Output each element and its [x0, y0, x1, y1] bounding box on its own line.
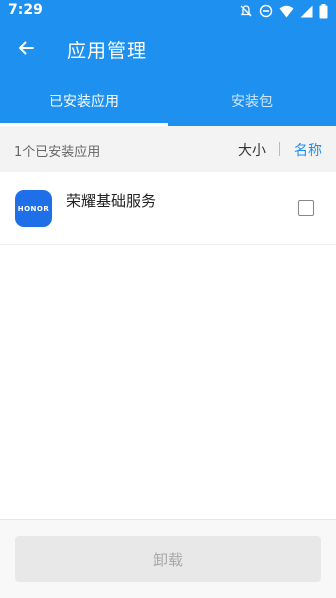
- uninstall-button[interactable]: 卸载: [15, 536, 321, 582]
- do-not-disturb-icon: [259, 4, 273, 18]
- sort-by-size-button[interactable]: 大小: [238, 140, 266, 160]
- back-button[interactable]: [10, 34, 42, 66]
- tab-installed-apps[interactable]: 已安装应用: [0, 76, 168, 126]
- page-title: 应用管理: [67, 40, 148, 62]
- bottom-bar: 卸载: [0, 519, 336, 598]
- installed-count: 1个已安装应用: [14, 145, 101, 160]
- app-icon-text: HONOR: [17, 204, 50, 213]
- tab-install-packages[interactable]: 安装包: [168, 76, 336, 126]
- uninstall-label: 卸载: [152, 550, 183, 569]
- signal-icon: [300, 5, 313, 18]
- list-item[interactable]: HONOR 荣耀基础服务: [0, 172, 336, 245]
- arrow-left-icon: [17, 39, 35, 61]
- status-bar: 7:29: [0, 0, 336, 22]
- app-bar: 应用管理: [0, 22, 336, 76]
- wifi-icon: [279, 5, 294, 18]
- notifications-off-icon: [239, 4, 253, 18]
- sort-by-name-button[interactable]: 名称: [294, 140, 322, 160]
- status-icons: [239, 3, 328, 19]
- app-select-checkbox[interactable]: [298, 200, 314, 216]
- summary-bar: 1个已安装应用 大小 名称: [0, 126, 336, 172]
- app-name: 荣耀基础服务: [66, 192, 157, 210]
- honor-app-icon: HONOR: [15, 190, 52, 227]
- tab-label: 已安装应用: [49, 94, 119, 110]
- status-time: 7:29: [8, 2, 43, 18]
- battery-icon: [319, 3, 328, 19]
- sort-divider: [279, 142, 280, 156]
- tab-label: 安装包: [231, 94, 273, 110]
- tab-bar: 已安装应用 安装包: [0, 76, 336, 126]
